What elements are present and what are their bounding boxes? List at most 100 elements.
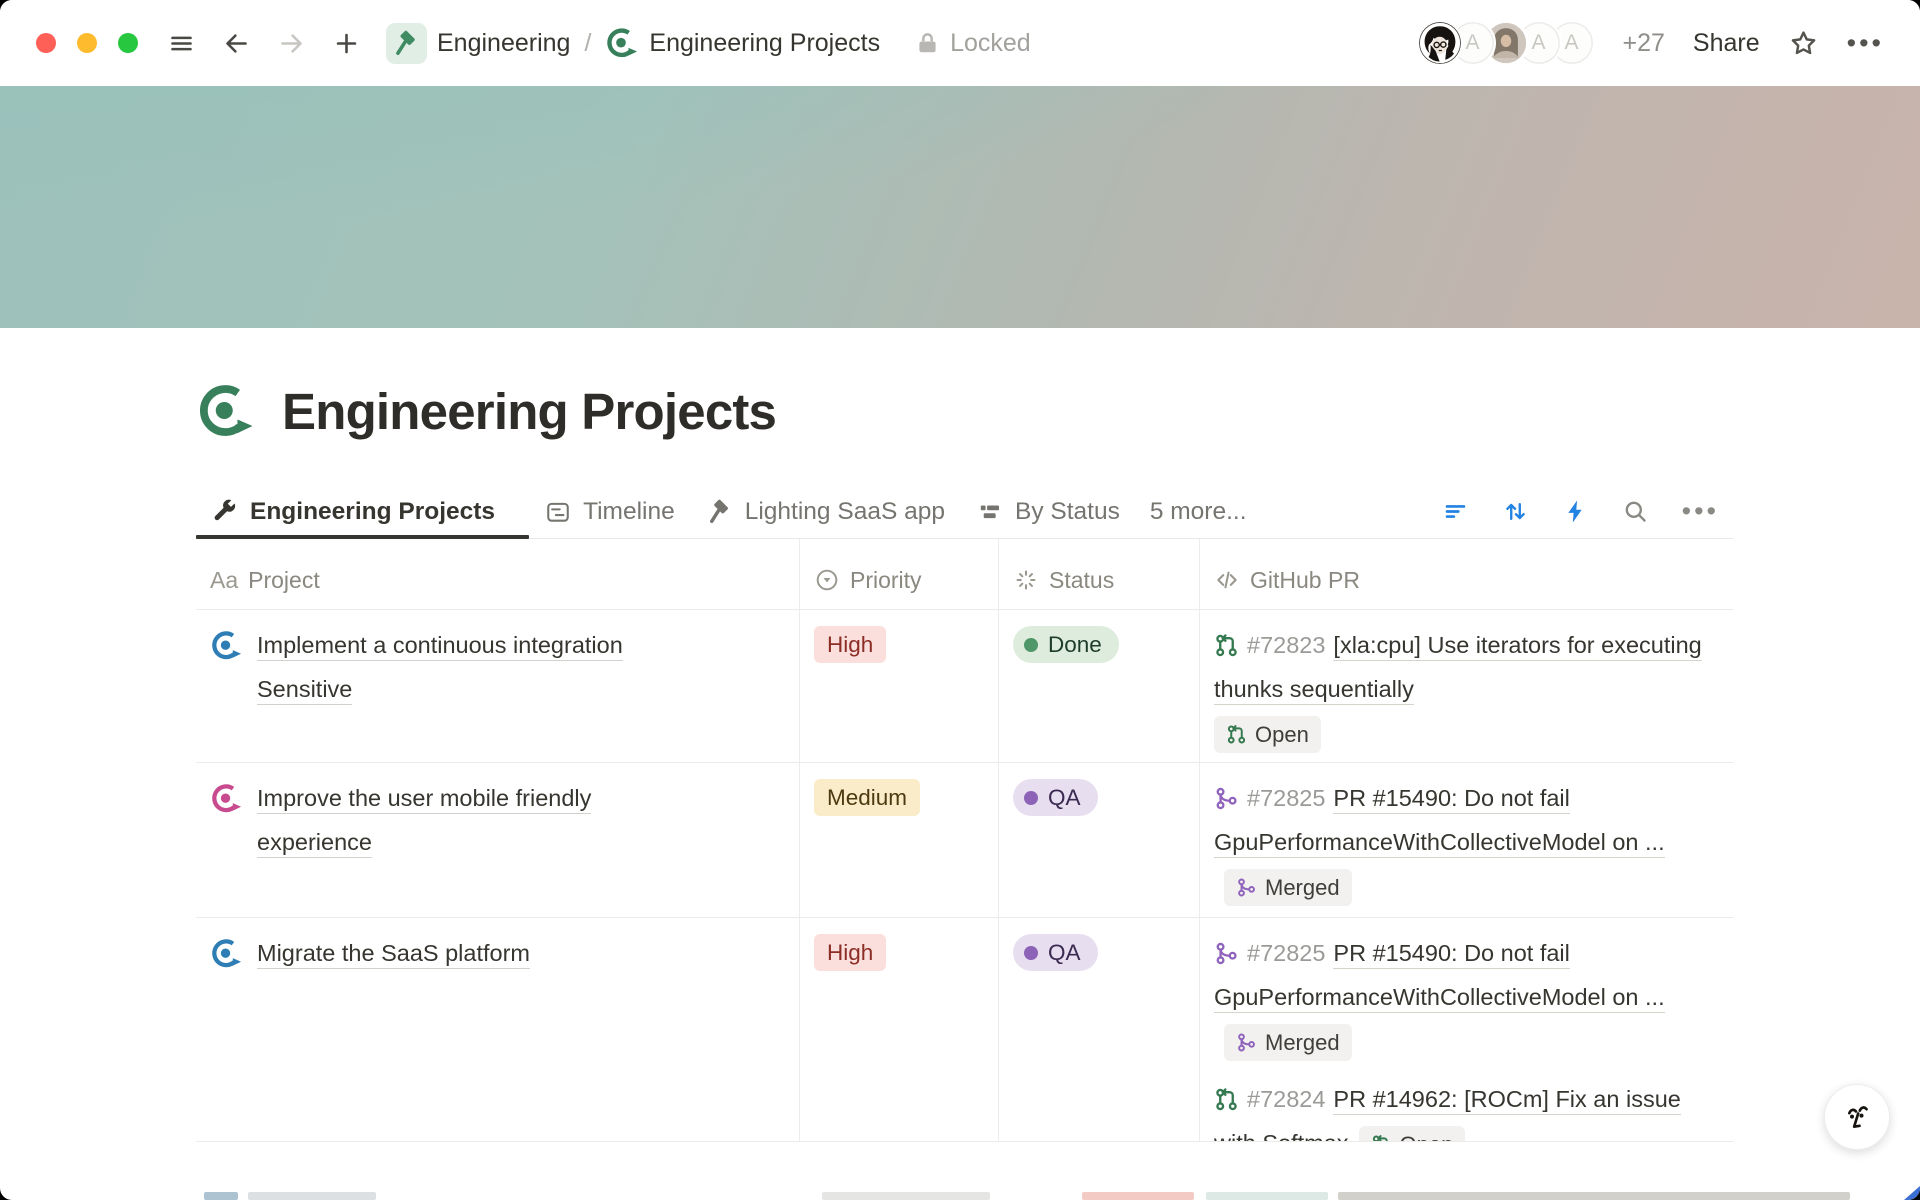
column-label: Project <box>248 567 320 594</box>
status-cell[interactable]: QA <box>998 763 1199 917</box>
assistant-face-button[interactable] <box>1824 1084 1890 1150</box>
close-window-button[interactable] <box>36 33 56 53</box>
filter-button[interactable] <box>1442 498 1469 525</box>
breadcrumb-page[interactable]: Engineering Projects <box>605 26 880 60</box>
minimize-window-button[interactable] <box>77 33 97 53</box>
project-page-icon <box>210 782 243 815</box>
priority-pill[interactable]: Medium <box>814 779 920 816</box>
page-title-row: Engineering Projects <box>196 328 1733 447</box>
clipped-next-row-sliver <box>1206 1192 1328 1200</box>
new-page-button[interactable] <box>333 30 360 57</box>
pr-state-badge: Open <box>1359 1126 1466 1142</box>
status-label: Done <box>1048 632 1102 658</box>
project-link[interactable]: Improve the user mobile friendly experie… <box>257 776 687 864</box>
locked-toggle[interactable]: Locked <box>914 29 1031 58</box>
back-button[interactable] <box>223 30 250 57</box>
clipped-next-row-sliver <box>1338 1192 1850 1200</box>
avatar-stack: A A A <box>1417 20 1595 66</box>
project-link[interactable]: Implement a continuous integration Sensi… <box>257 623 687 711</box>
pr-state-label: Open <box>1255 713 1309 757</box>
view-toolbar: ••• <box>1442 498 1733 525</box>
sidebar-menu-button[interactable] <box>168 30 195 57</box>
project-link[interactable]: Migrate the SaaS platform <box>257 931 530 975</box>
pr-state-badge: Merged <box>1224 1024 1352 1061</box>
tab-more-views[interactable]: 5 more... <box>1136 485 1261 538</box>
table-row: Improve the user mobile friendly experie… <box>196 762 1733 917</box>
view-options-button[interactable]: ••• <box>1682 498 1719 525</box>
pr-number[interactable]: #72824 <box>1247 1086 1325 1112</box>
clipped-next-row-sliver <box>822 1192 990 1200</box>
tab-lighting-saas-app[interactable]: Lighting SaaS app <box>691 485 961 538</box>
pr-state-badge: Open <box>1214 716 1321 753</box>
clipped-next-row-sliver <box>1082 1192 1194 1200</box>
background-sliver <box>1904 1186 1920 1200</box>
search-button[interactable] <box>1622 498 1649 525</box>
table-header: Aa Project Priority Status GitHub PR <box>196 539 1733 609</box>
avatar-illustrated[interactable] <box>1417 20 1463 66</box>
column-header-status[interactable]: Status <box>998 539 1199 609</box>
tab-label: Lighting SaaS app <box>745 498 945 526</box>
locked-label: Locked <box>950 29 1031 58</box>
ellipsis-icon: ••• <box>1847 30 1884 57</box>
page-cover[interactable] <box>0 86 1920 328</box>
priority-pill[interactable]: High <box>814 934 886 971</box>
column-header-priority[interactable]: Priority <box>799 539 998 609</box>
hamburger-icon <box>168 30 195 57</box>
status-pill[interactable]: QA <box>1013 934 1098 971</box>
page-content: Engineering Projects Engineering Project… <box>196 328 1733 1142</box>
plus-icon <box>333 30 360 57</box>
project-cell[interactable]: Improve the user mobile friendly experie… <box>196 763 799 917</box>
fullscreen-window-button[interactable] <box>118 33 138 53</box>
github-pr-cell[interactable]: #72823[xla:cpu] Use iterators for execut… <box>1199 610 1733 762</box>
clipped-next-row-sliver <box>204 1192 238 1200</box>
lightning-icon <box>1562 498 1589 525</box>
automations-button[interactable] <box>1562 498 1589 525</box>
pr-state-label: Merged <box>1265 866 1340 910</box>
status-dot <box>1024 638 1038 652</box>
share-button[interactable]: Share <box>1693 29 1760 58</box>
status-cell[interactable]: QA <box>998 918 1199 1141</box>
avatar-overflow-count[interactable]: +27 <box>1623 29 1665 58</box>
status-pill[interactable]: Done <box>1013 626 1119 663</box>
tab-timeline[interactable]: Timeline <box>529 485 691 538</box>
column-header-project[interactable]: Aa Project <box>196 539 799 609</box>
column-header-github-pr[interactable]: GitHub PR <box>1199 539 1733 609</box>
forward-button[interactable] <box>278 30 305 57</box>
priority-cell[interactable]: High <box>799 918 998 1141</box>
timeline-icon <box>545 499 571 525</box>
pr-number[interactable]: #72825 <box>1247 785 1325 811</box>
status-dot <box>1024 946 1038 960</box>
priority-pill[interactable]: High <box>814 626 886 663</box>
pr-number[interactable]: #72825 <box>1247 940 1325 966</box>
project-page-icon <box>210 937 243 970</box>
pr-number[interactable]: #72823 <box>1247 632 1325 658</box>
ellipsis-icon: ••• <box>1682 498 1719 525</box>
breadcrumb-workspace[interactable]: Engineering <box>386 23 570 64</box>
status-pill[interactable]: QA <box>1013 779 1098 816</box>
favorite-button[interactable] <box>1788 28 1819 59</box>
status-cell[interactable]: Done <box>998 610 1199 762</box>
tab-by-status[interactable]: By Status <box>961 485 1136 538</box>
tab-engineering-projects[interactable]: Engineering Projects <box>196 485 529 538</box>
priority-cell[interactable]: Medium <box>799 763 998 917</box>
github-pr-cell[interactable]: #72825PR #15490: Do not fail GpuPerforma… <box>1199 918 1733 1141</box>
tab-label: 5 more... <box>1150 498 1247 526</box>
arrow-left-icon <box>223 30 250 57</box>
topbar-right: A A A +27 Share ••• <box>1417 20 1885 66</box>
topbar: Engineering / Engineering Projects Locke… <box>0 0 1920 86</box>
github-pr-cell[interactable]: #72825PR #15490: Do not fail GpuPerforma… <box>1199 763 1733 917</box>
column-label: Status <box>1049 567 1114 594</box>
tab-label: Timeline <box>583 498 675 526</box>
sort-button[interactable] <box>1502 498 1529 525</box>
page-icon[interactable] <box>196 381 256 441</box>
git-merge-icon <box>1214 941 1239 966</box>
page-title[interactable]: Engineering Projects <box>282 382 776 441</box>
page-icon <box>605 26 639 60</box>
priority-cell[interactable]: High <box>799 610 998 762</box>
project-cell[interactable]: Implement a continuous integration Sensi… <box>196 610 799 762</box>
more-options-button[interactable]: ••• <box>1847 30 1884 57</box>
search-icon <box>1622 498 1649 525</box>
project-cell[interactable]: Migrate the SaaS platform <box>196 918 799 1141</box>
sort-icon <box>1502 498 1529 525</box>
window-controls <box>36 33 138 53</box>
